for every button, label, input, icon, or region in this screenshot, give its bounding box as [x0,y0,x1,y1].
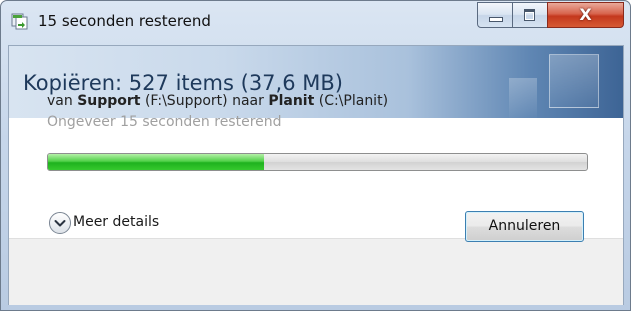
time-remaining: Ongeveer 15 seconden resterend [47,114,282,130]
maximize-icon [524,9,535,21]
copy-route: van Support (F:\Support) naar Planit (C:… [47,93,388,109]
dialog-content: Kopiëren: 527 items (37,6 MB) [8,45,624,305]
copy-dialog-window: 15 seconden resterend X Kopiëren: 527 it… [0,0,631,311]
destination-name: Planit [268,93,315,109]
source-path: (F:\Support) naar [140,93,269,109]
close-button[interactable]: X [547,2,624,28]
operation-title: Kopiëren: 527 items (37,6 MB) [23,71,343,95]
destination-path: (C:\Planit) [314,93,389,109]
caption-buttons: X [477,2,624,28]
header-decoration [509,78,537,118]
more-details-label: Meer details [73,214,160,230]
minimize-button[interactable] [477,2,513,28]
window-title: 15 seconden resterend [38,12,211,30]
file-copy-icon [11,12,29,30]
minimize-icon [489,17,503,22]
title-bar[interactable]: 15 seconden resterend X [1,1,630,45]
dialog-footer [9,238,623,305]
maximize-button[interactable] [512,2,548,28]
header-decoration [549,54,599,108]
route-prefix: van [47,93,78,109]
progress-fill [48,154,264,170]
source-name: Support [77,93,141,109]
chevron-down-circle-icon [49,212,71,234]
close-icon: X [579,5,592,24]
cancel-button[interactable]: Annuleren [465,211,584,242]
progress-bar [47,153,588,171]
